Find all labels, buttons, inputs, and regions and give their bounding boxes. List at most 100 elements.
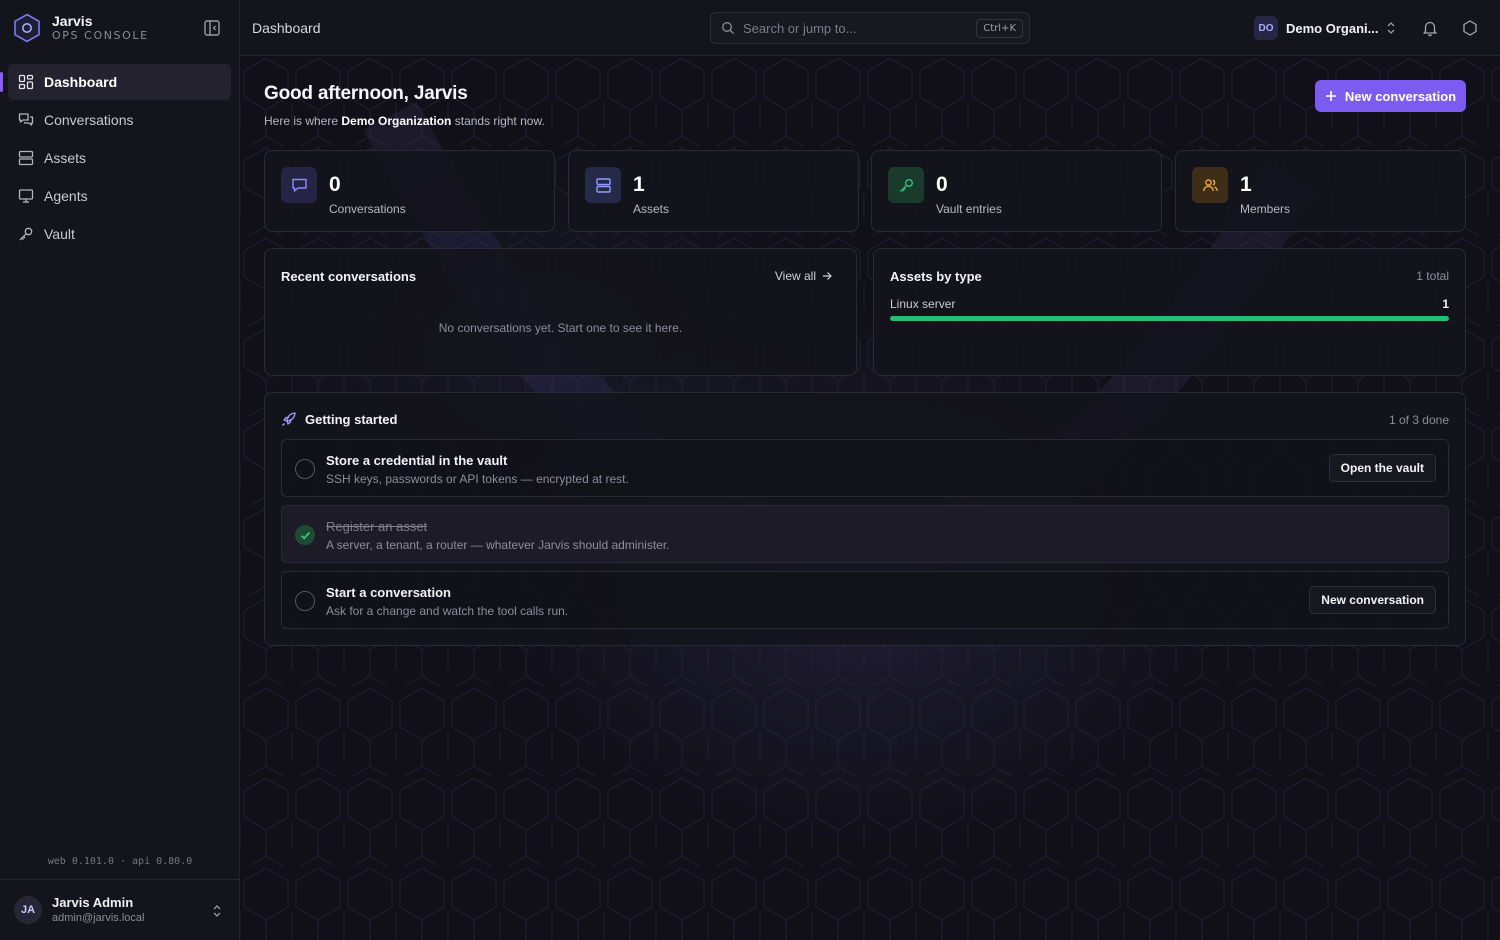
- chevron-updown-icon: [1388, 22, 1395, 34]
- subtitle-prefix: Here is where: [264, 114, 339, 128]
- new-conversation-button[interactable]: New conversation: [1315, 80, 1466, 112]
- search-placeholder: Search or jump to...: [743, 20, 857, 36]
- org-switcher[interactable]: DO Demo Organi...: [1254, 16, 1396, 40]
- stat-card-vault[interactable]: 0 Vault entries: [871, 150, 1162, 232]
- sidebar-item-label: Vault: [44, 226, 75, 242]
- sidebar-item-label: Agents: [44, 188, 88, 204]
- asset-type-label: Linux server: [890, 297, 956, 311]
- stat-card-members[interactable]: 1 Members: [1175, 150, 1466, 232]
- getting-started-title: Getting started: [305, 411, 398, 427]
- assets-total: 1 total: [1416, 269, 1449, 283]
- task-description: SSH keys, passwords or API tokens — encr…: [326, 472, 629, 486]
- stat-label: Conversations: [329, 202, 406, 216]
- task-description: A server, a tenant, a router — whatever …: [326, 538, 670, 552]
- subtitle-org: Demo Organization: [341, 114, 452, 128]
- check-icon: [300, 531, 310, 539]
- sidebar-item-dashboard[interactable]: Dashboard: [0, 64, 231, 100]
- users-icon: [1202, 178, 1218, 191]
- getting-started-panel: Getting started 1 of 3 done Store a cred…: [264, 392, 1466, 646]
- asset-type-bar: [890, 316, 1449, 321]
- asset-type-count: 1: [1442, 297, 1449, 311]
- subtitle-suffix: stands right now.: [454, 114, 545, 128]
- sidebar-item-label: Assets: [44, 150, 87, 166]
- open-vault-button[interactable]: Open the vault: [1328, 454, 1436, 482]
- panel-title: Assets by type: [890, 269, 982, 284]
- key-icon: [899, 178, 913, 192]
- bell-icon[interactable]: [1421, 19, 1439, 37]
- brand-name: Jarvis: [52, 13, 93, 29]
- plus-icon: [1325, 91, 1336, 101]
- stat-icon-box: [281, 167, 317, 203]
- task-description: Ask for a change and watch the tool call…: [326, 604, 569, 618]
- server-icon: [595, 177, 611, 193]
- chat-icon: [18, 113, 34, 126]
- breadcrumb: Dashboard: [252, 20, 321, 36]
- page-subtitle: Here is where Demo Organization stands r…: [264, 114, 545, 128]
- page-title: Good afternoon, Jarvis: [264, 83, 468, 104]
- org-name: Demo Organi...: [1286, 20, 1379, 36]
- task-checkbox[interactable]: [295, 459, 315, 479]
- sidebar-item-vault[interactable]: Vault: [8, 216, 231, 252]
- sidebar-item-label: Dashboard: [44, 74, 118, 90]
- user-email: admin@jarvis.local: [52, 912, 145, 924]
- chat-icon: [291, 178, 307, 192]
- recent-conversations-panel: Recent conversations View all No convers…: [264, 248, 857, 376]
- org-badge: DO: [1254, 16, 1278, 40]
- getting-started-header: Getting started: [281, 411, 397, 427]
- stat-icon-box: [888, 167, 924, 203]
- stat-value: 1: [1240, 173, 1252, 196]
- stat-card-conversations[interactable]: 0 Conversations: [264, 150, 555, 232]
- user-menu[interactable]: JA Jarvis Admin admin@jarvis.local: [0, 879, 239, 940]
- view-all-label: View all: [774, 269, 816, 283]
- key-icon: [19, 227, 33, 241]
- avatar: JA: [14, 896, 42, 924]
- asset-type-bar-fill: [890, 316, 1449, 321]
- sidebar: Jarvis OPS CONSOLE Dashboard Conversatio…: [0, 0, 240, 940]
- task-checkbox-done[interactable]: [295, 525, 315, 545]
- chevron-updown-icon: [213, 905, 221, 917]
- stat-icon-box: [1192, 167, 1228, 203]
- brand[interactable]: Jarvis OPS CONSOLE: [12, 12, 149, 44]
- task-title: Store a credential in the vault: [326, 453, 508, 468]
- view-all-link[interactable]: View all: [775, 269, 832, 283]
- hexagon-logo-icon: [14, 13, 40, 43]
- stat-card-assets[interactable]: 1 Assets: [568, 150, 859, 232]
- sidebar-nav: Dashboard Conversations Assets Agents Va…: [0, 64, 231, 254]
- stat-label: Vault entries: [936, 202, 1002, 216]
- user-name: Jarvis Admin: [52, 895, 134, 910]
- hexagon-icon[interactable]: [1461, 19, 1479, 37]
- search-icon: [722, 22, 734, 34]
- sidebar-item-assets[interactable]: Assets: [8, 140, 231, 176]
- stat-value: 0: [329, 173, 341, 196]
- sidebar-item-label: Conversations: [44, 112, 134, 128]
- getting-started-progress: 1 of 3 done: [1388, 413, 1449, 427]
- stat-label: Assets: [633, 202, 670, 216]
- stat-value: 1: [633, 173, 645, 196]
- new-conversation-task-button[interactable]: New conversation: [1309, 586, 1436, 614]
- sidebar-item-conversations[interactable]: Conversations: [8, 102, 231, 138]
- assets-by-type-panel: Assets by type 1 total Linux server 1: [873, 248, 1466, 376]
- dashboard-icon: [18, 74, 34, 90]
- version-info: web 0.101.0 · api 0.80.0: [47, 856, 193, 867]
- task-store-credential: Store a credential in the vault SSH keys…: [281, 439, 1449, 497]
- search-shortcut: Ctrl+K: [976, 19, 1023, 38]
- topbar: Dashboard Search or jump to... Ctrl+K DO…: [240, 0, 1500, 56]
- sidebar-collapse-icon[interactable]: [203, 19, 221, 37]
- rocket-icon: [282, 412, 296, 426]
- task-title: Register an asset: [326, 519, 428, 534]
- server-icon: [18, 150, 34, 166]
- empty-state: No conversations yet. Start one to see i…: [438, 321, 683, 335]
- task-start-conversation: Start a conversation Ask for a change an…: [281, 571, 1449, 629]
- stat-icon-box: [585, 167, 621, 203]
- task-checkbox[interactable]: [295, 591, 315, 611]
- search-input[interactable]: Search or jump to... Ctrl+K: [710, 12, 1030, 44]
- sidebar-item-agents[interactable]: Agents: [8, 178, 231, 214]
- new-conversation-label: New conversation: [1344, 88, 1457, 104]
- panel-title: Recent conversations: [281, 269, 417, 284]
- task-register-asset: Register an asset A server, a tenant, a …: [281, 505, 1449, 563]
- task-title: Start a conversation: [326, 585, 451, 600]
- stat-label: Members: [1240, 202, 1291, 216]
- monitor-icon: [18, 189, 34, 203]
- arrow-right-icon: [823, 272, 832, 280]
- stat-value: 0: [936, 173, 948, 196]
